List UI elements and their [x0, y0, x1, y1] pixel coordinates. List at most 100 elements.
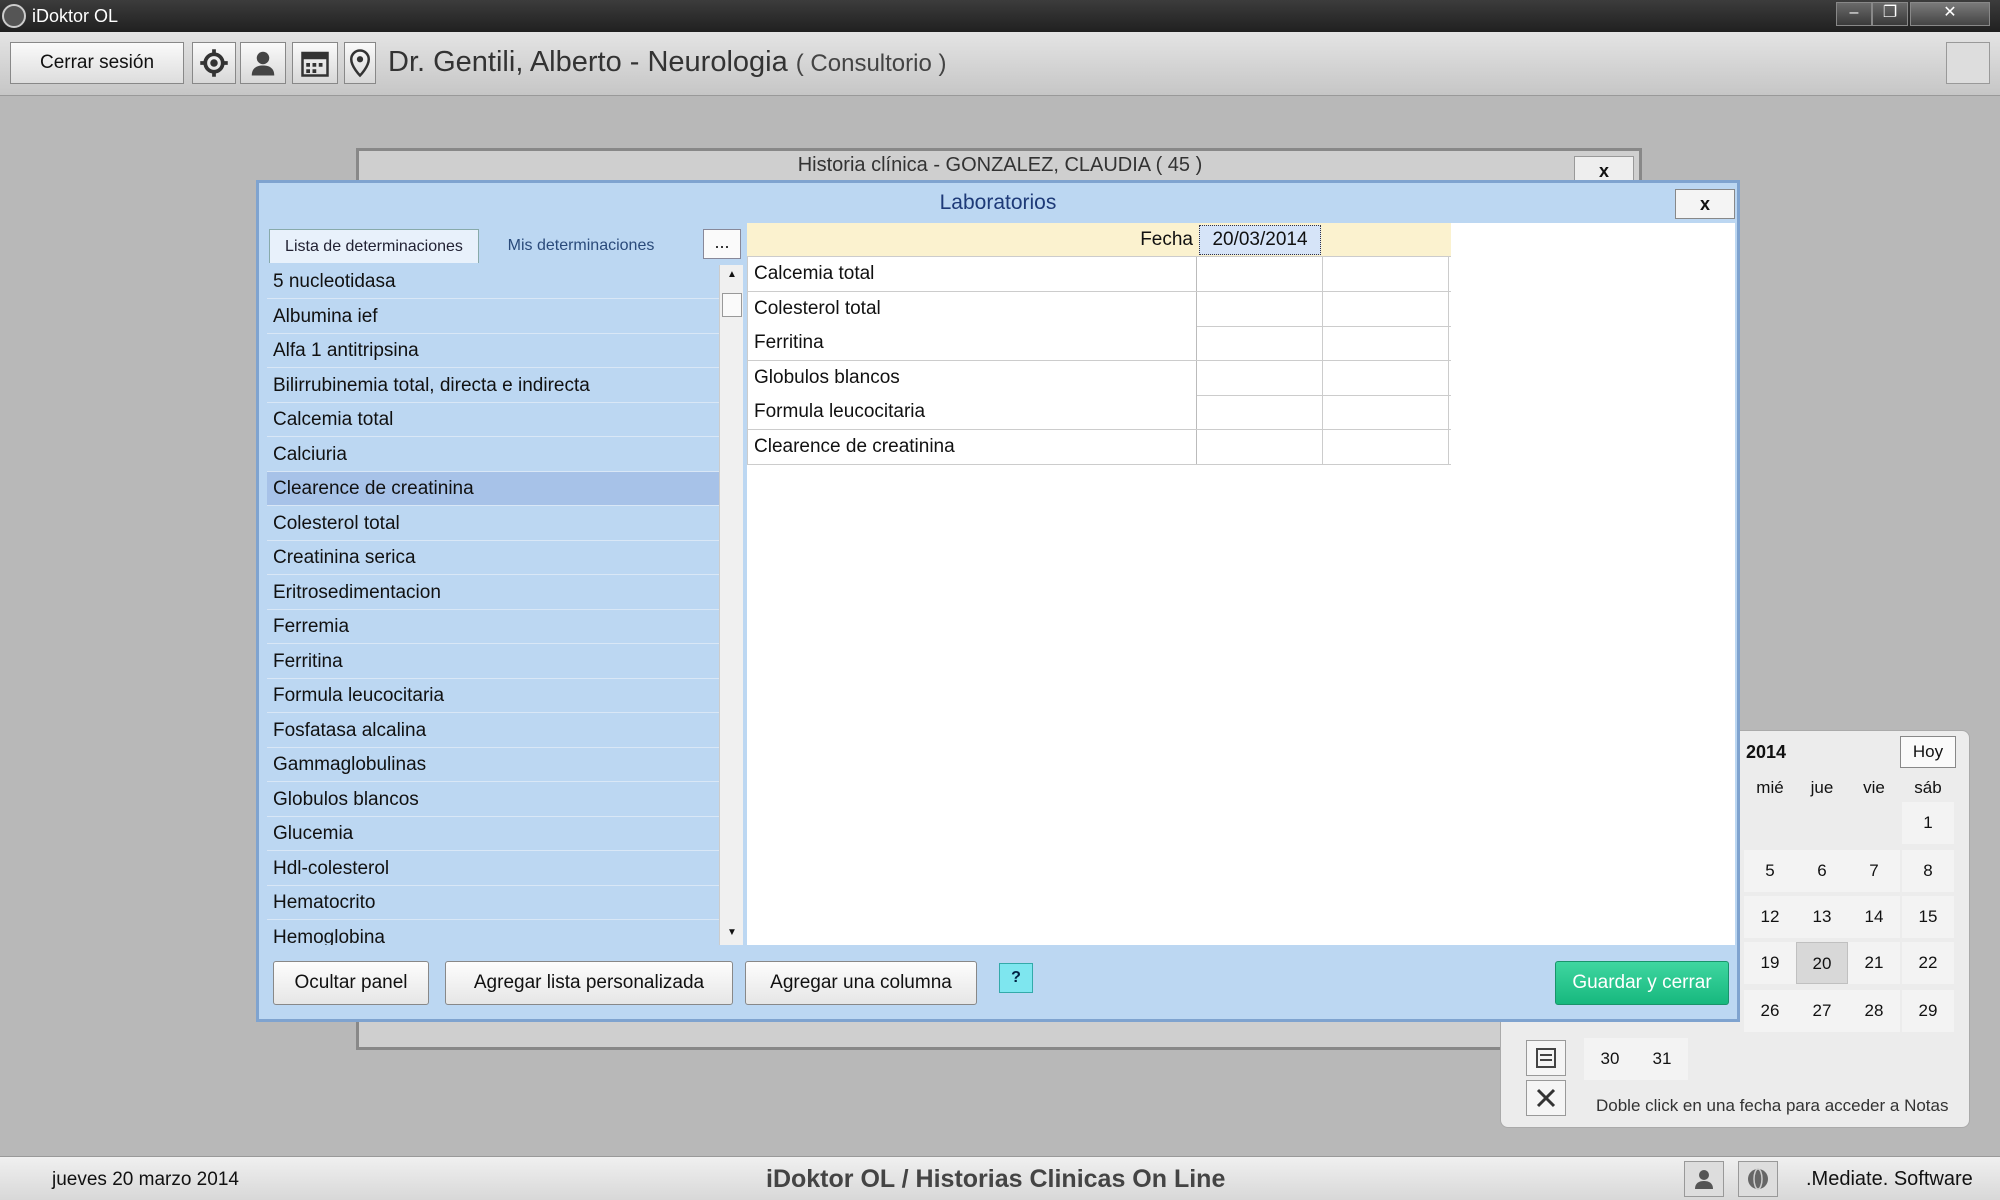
tools-icon[interactable] [1526, 1080, 1566, 1116]
list-item[interactable]: Calcemia total [267, 403, 719, 437]
list-item[interactable]: Glucemia [267, 817, 719, 851]
window-titlebar: iDoktor OL – ❐ ✕ [0, 0, 2000, 32]
list-item[interactable]: Clearence de creatinina [267, 472, 719, 506]
grid-value-cell[interactable] [1197, 429, 1323, 464]
dialog-close-button[interactable]: x [1675, 189, 1735, 219]
status-date: jueves 20 marzo 2014 [52, 1169, 239, 1190]
calendar-day[interactable]: 14 [1848, 896, 1900, 938]
list-item[interactable]: Formula leucocitaria [267, 679, 719, 713]
calendar-day[interactable]: 22 [1902, 942, 1954, 984]
app-toolbar: Cerrar sesión Dr. Gentili, Alberto - Neu… [0, 32, 2000, 96]
calendar-day[interactable]: 29 [1902, 990, 1954, 1032]
add-column-button[interactable]: Agregar una columna [745, 961, 977, 1005]
help-button[interactable]: ? [999, 963, 1033, 993]
scroll-up-icon[interactable]: ▲ [720, 269, 744, 280]
calendar-day[interactable]: 7 [1848, 850, 1900, 892]
list-item[interactable]: Creatinina serica [267, 541, 719, 575]
grid-value-cell[interactable] [1323, 360, 1449, 395]
maximize-button[interactable]: ❐ [1872, 2, 1908, 26]
calendar-day[interactable]: 12 [1744, 896, 1796, 938]
grid-value-cell[interactable] [1323, 291, 1449, 326]
grid-row: Globulos blancos [747, 360, 1451, 396]
list-item[interactable]: Fosfatasa alcalina [267, 714, 719, 748]
logout-button[interactable]: Cerrar sesión [10, 42, 184, 84]
status-user-icon[interactable] [1684, 1161, 1724, 1197]
tab-mis-determinaciones[interactable]: Mis determinaciones [481, 229, 681, 263]
calendar-day[interactable]: 15 [1902, 896, 1954, 938]
doctor-name: Dr. Gentili, Alberto - Neurologia [388, 46, 788, 78]
grid-value-cell[interactable] [1197, 291, 1323, 326]
list-item[interactable]: Eritrosedimentacion [267, 576, 719, 610]
list-item[interactable]: Ferritina [267, 645, 719, 679]
calendar-day[interactable]: 6 [1796, 850, 1848, 892]
day-name-sat: sáb [1914, 778, 1942, 797]
grid-row-name: Colesterol total [747, 291, 1197, 326]
minimize-button[interactable]: – [1836, 2, 1872, 26]
calendar-day[interactable]: 5 [1744, 850, 1796, 892]
close-window-button[interactable]: ✕ [1910, 2, 1990, 26]
status-vendor: .Mediate. Software [1806, 1168, 1973, 1190]
grid-value-cell[interactable] [1197, 326, 1323, 360]
scroll-down-icon[interactable]: ▼ [720, 927, 744, 938]
add-custom-list-button[interactable]: Agregar lista personalizada [445, 961, 733, 1005]
list-item[interactable]: Colesterol total [267, 507, 719, 541]
grid-header-row: Fecha 20/03/2014 [747, 223, 1451, 257]
results-grid: Fecha 20/03/2014 Calcemia total Colestero… [747, 223, 1735, 945]
calendar-today-button[interactable]: Hoy [1900, 736, 1956, 768]
settings-gear-icon[interactable] [192, 42, 236, 84]
list-item[interactable]: Calciuria [267, 438, 719, 472]
date-label: Fecha [1140, 229, 1193, 250]
office-location: ( Consultorio ) [795, 50, 947, 77]
calendar-hint: Doble click en una fecha para acceder a … [1596, 1096, 1949, 1115]
more-options-button[interactable]: ... [703, 229, 741, 259]
grid-value-cell[interactable] [1323, 257, 1449, 291]
user-icon[interactable] [240, 42, 286, 84]
list-item[interactable]: Hematocrito [267, 886, 719, 920]
hide-panel-button[interactable]: Ocultar panel [273, 961, 429, 1005]
calendar-day[interactable]: 30 [1584, 1038, 1636, 1080]
grid-row-name: Formula leucocitaria [747, 395, 1197, 429]
list-item[interactable]: Gammaglobulinas [267, 748, 719, 782]
grid-value-cell[interactable] [1197, 395, 1323, 429]
calendar-day[interactable]: 1 [1902, 802, 1954, 844]
toolbar-right-button[interactable] [1946, 42, 1990, 84]
list-item[interactable]: Globulos blancos [267, 783, 719, 817]
calendar-day[interactable]: 31 [1636, 1038, 1688, 1080]
calendar-day[interactable]: 19 [1744, 942, 1796, 984]
list-item[interactable]: 5 nucleotidasa [267, 265, 719, 299]
calendar-icon[interactable] [292, 42, 338, 84]
grid-value-cell[interactable] [1323, 429, 1449, 464]
location-pin-icon[interactable] [344, 42, 376, 84]
grid-value-cell[interactable] [1323, 395, 1449, 429]
grid-value-cell[interactable] [1197, 360, 1323, 395]
grid-value-cell[interactable] [1197, 257, 1323, 291]
grid-value-cell[interactable] [1323, 326, 1449, 360]
notes-icon[interactable] [1526, 1040, 1566, 1076]
save-and-close-button[interactable]: Guardar y cerrar [1555, 961, 1729, 1005]
list-item[interactable]: Alfa 1 antitripsina [267, 334, 719, 368]
grid-row: Colesterol total [747, 291, 1451, 327]
calendar-day[interactable]: 28 [1848, 990, 1900, 1032]
list-item[interactable]: Hemoglobina [267, 921, 719, 946]
grid-row-name: Calcemia total [747, 257, 1197, 291]
grid-row-name: Globulos blancos [747, 360, 1197, 395]
date-cell[interactable]: 20/03/2014 [1199, 225, 1321, 255]
dialog-title: Laboratorios [939, 191, 1057, 214]
doctor-header: Dr. Gentili, Alberto - Neurologia ( Consu… [388, 46, 946, 79]
list-item[interactable]: Ferremia [267, 610, 719, 644]
grid-row: Clearence de creatinina [747, 429, 1451, 465]
tab-lista-determinaciones[interactable]: Lista de determinaciones [269, 229, 479, 263]
list-item[interactable]: Albumina ief [267, 300, 719, 334]
calendar-day[interactable]: 26 [1744, 990, 1796, 1032]
list-item[interactable]: Hdl-colesterol [267, 852, 719, 886]
list-scrollbar[interactable]: ▲ ▼ [719, 265, 743, 945]
grid-row: Calcemia total [747, 257, 1451, 292]
status-globe-icon[interactable] [1738, 1161, 1778, 1197]
calendar-day[interactable]: 27 [1796, 990, 1848, 1032]
calendar-day[interactable]: 8 [1902, 850, 1954, 892]
scroll-thumb[interactable] [722, 293, 742, 317]
list-item[interactable]: Bilirrubinemia total, directa e indirect… [267, 369, 719, 403]
calendar-day-selected[interactable]: 20 [1796, 942, 1848, 984]
calendar-day[interactable]: 13 [1796, 896, 1848, 938]
calendar-day[interactable]: 21 [1848, 942, 1900, 984]
